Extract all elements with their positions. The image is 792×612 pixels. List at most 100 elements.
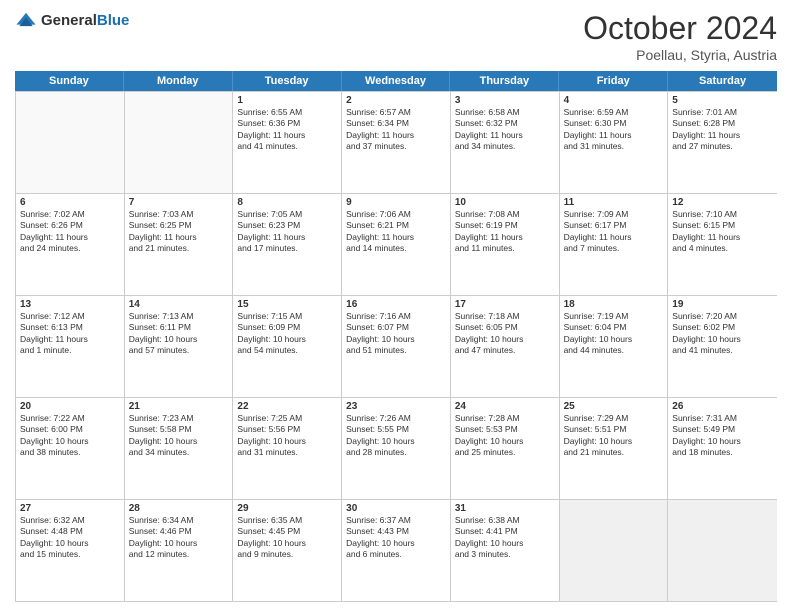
- day-number: 2: [346, 95, 446, 106]
- cell-info: Sunrise: 7:29 AMSunset: 5:51 PMDaylight:…: [564, 413, 664, 459]
- weekday-header: Wednesday: [342, 71, 451, 91]
- calendar-cell: [125, 92, 234, 193]
- cell-info: Sunrise: 7:05 AMSunset: 6:23 PMDaylight:…: [237, 209, 337, 255]
- day-number: 22: [237, 401, 337, 412]
- day-number: 19: [672, 299, 773, 310]
- cell-info: Sunrise: 6:32 AMSunset: 4:48 PMDaylight:…: [20, 515, 120, 561]
- cell-info: Sunrise: 7:25 AMSunset: 5:56 PMDaylight:…: [237, 413, 337, 459]
- day-number: 7: [129, 197, 229, 208]
- calendar-cell: 25Sunrise: 7:29 AMSunset: 5:51 PMDayligh…: [560, 398, 669, 499]
- calendar-cell: 29Sunrise: 6:35 AMSunset: 4:45 PMDayligh…: [233, 500, 342, 601]
- calendar: SundayMondayTuesdayWednesdayThursdayFrid…: [15, 71, 777, 602]
- cell-info: Sunrise: 7:23 AMSunset: 5:58 PMDaylight:…: [129, 413, 229, 459]
- calendar-cell: 20Sunrise: 7:22 AMSunset: 6:00 PMDayligh…: [16, 398, 125, 499]
- cell-info: Sunrise: 7:20 AMSunset: 6:02 PMDaylight:…: [672, 311, 773, 357]
- cell-info: Sunrise: 6:57 AMSunset: 6:34 PMDaylight:…: [346, 107, 446, 153]
- day-number: 28: [129, 503, 229, 514]
- calendar-cell: 19Sunrise: 7:20 AMSunset: 6:02 PMDayligh…: [668, 296, 777, 397]
- title-location: Poellau, Styria, Austria: [583, 47, 777, 63]
- day-number: 13: [20, 299, 120, 310]
- day-number: 9: [346, 197, 446, 208]
- cell-info: Sunrise: 7:12 AMSunset: 6:13 PMDaylight:…: [20, 311, 120, 357]
- cell-info: Sunrise: 7:16 AMSunset: 6:07 PMDaylight:…: [346, 311, 446, 357]
- calendar-cell: 1Sunrise: 6:55 AMSunset: 6:36 PMDaylight…: [233, 92, 342, 193]
- calendar-row: 6Sunrise: 7:02 AMSunset: 6:26 PMDaylight…: [16, 193, 777, 295]
- day-number: 31: [455, 503, 555, 514]
- day-number: 20: [20, 401, 120, 412]
- cell-info: Sunrise: 6:35 AMSunset: 4:45 PMDaylight:…: [237, 515, 337, 561]
- cell-info: Sunrise: 7:10 AMSunset: 6:15 PMDaylight:…: [672, 209, 773, 255]
- cell-info: Sunrise: 7:01 AMSunset: 6:28 PMDaylight:…: [672, 107, 773, 153]
- calendar-cell: 28Sunrise: 6:34 AMSunset: 4:46 PMDayligh…: [125, 500, 234, 601]
- logo-blue: Blue: [97, 12, 130, 29]
- title-block: October 2024 Poellau, Styria, Austria: [583, 10, 777, 63]
- calendar-cell: 5Sunrise: 7:01 AMSunset: 6:28 PMDaylight…: [668, 92, 777, 193]
- calendar-header: SundayMondayTuesdayWednesdayThursdayFrid…: [15, 71, 777, 91]
- title-month: October 2024: [583, 10, 777, 47]
- day-number: 25: [564, 401, 664, 412]
- calendar-cell: 16Sunrise: 7:16 AMSunset: 6:07 PMDayligh…: [342, 296, 451, 397]
- cell-info: Sunrise: 7:19 AMSunset: 6:04 PMDaylight:…: [564, 311, 664, 357]
- weekday-header: Saturday: [668, 71, 777, 91]
- cell-info: Sunrise: 7:28 AMSunset: 5:53 PMDaylight:…: [455, 413, 555, 459]
- logo: GeneralBlue: [15, 10, 129, 32]
- calendar-cell: 8Sunrise: 7:05 AMSunset: 6:23 PMDaylight…: [233, 194, 342, 295]
- day-number: 8: [237, 197, 337, 208]
- cell-info: Sunrise: 7:06 AMSunset: 6:21 PMDaylight:…: [346, 209, 446, 255]
- day-number: 18: [564, 299, 664, 310]
- day-number: 30: [346, 503, 446, 514]
- day-number: 29: [237, 503, 337, 514]
- cell-info: Sunrise: 7:15 AMSunset: 6:09 PMDaylight:…: [237, 311, 337, 357]
- calendar-cell: 17Sunrise: 7:18 AMSunset: 6:05 PMDayligh…: [451, 296, 560, 397]
- cell-info: Sunrise: 6:34 AMSunset: 4:46 PMDaylight:…: [129, 515, 229, 561]
- weekday-header: Sunday: [15, 71, 124, 91]
- calendar-row: 13Sunrise: 7:12 AMSunset: 6:13 PMDayligh…: [16, 295, 777, 397]
- day-number: 6: [20, 197, 120, 208]
- day-number: 3: [455, 95, 555, 106]
- cell-info: Sunrise: 6:58 AMSunset: 6:32 PMDaylight:…: [455, 107, 555, 153]
- calendar-cell: [16, 92, 125, 193]
- calendar-cell: 24Sunrise: 7:28 AMSunset: 5:53 PMDayligh…: [451, 398, 560, 499]
- cell-info: Sunrise: 6:59 AMSunset: 6:30 PMDaylight:…: [564, 107, 664, 153]
- day-number: 17: [455, 299, 555, 310]
- day-number: 26: [672, 401, 773, 412]
- logo-text: GeneralBlue: [41, 12, 129, 30]
- day-number: 23: [346, 401, 446, 412]
- calendar-cell: 11Sunrise: 7:09 AMSunset: 6:17 PMDayligh…: [560, 194, 669, 295]
- calendar-cell: 3Sunrise: 6:58 AMSunset: 6:32 PMDaylight…: [451, 92, 560, 193]
- calendar-cell: 18Sunrise: 7:19 AMSunset: 6:04 PMDayligh…: [560, 296, 669, 397]
- calendar-row: 1Sunrise: 6:55 AMSunset: 6:36 PMDaylight…: [16, 91, 777, 193]
- calendar-cell: 22Sunrise: 7:25 AMSunset: 5:56 PMDayligh…: [233, 398, 342, 499]
- calendar-cell: 31Sunrise: 6:38 AMSunset: 4:41 PMDayligh…: [451, 500, 560, 601]
- cell-info: Sunrise: 7:18 AMSunset: 6:05 PMDaylight:…: [455, 311, 555, 357]
- calendar-cell: 27Sunrise: 6:32 AMSunset: 4:48 PMDayligh…: [16, 500, 125, 601]
- calendar-cell: 14Sunrise: 7:13 AMSunset: 6:11 PMDayligh…: [125, 296, 234, 397]
- day-number: 11: [564, 197, 664, 208]
- day-number: 4: [564, 95, 664, 106]
- day-number: 12: [672, 197, 773, 208]
- calendar-cell: 13Sunrise: 7:12 AMSunset: 6:13 PMDayligh…: [16, 296, 125, 397]
- calendar-cell: 12Sunrise: 7:10 AMSunset: 6:15 PMDayligh…: [668, 194, 777, 295]
- cell-info: Sunrise: 7:31 AMSunset: 5:49 PMDaylight:…: [672, 413, 773, 459]
- cell-info: Sunrise: 6:55 AMSunset: 6:36 PMDaylight:…: [237, 107, 337, 153]
- header: GeneralBlue October 2024 Poellau, Styria…: [15, 10, 777, 63]
- calendar-cell: 4Sunrise: 6:59 AMSunset: 6:30 PMDaylight…: [560, 92, 669, 193]
- day-number: 10: [455, 197, 555, 208]
- weekday-header: Thursday: [450, 71, 559, 91]
- page: GeneralBlue October 2024 Poellau, Styria…: [0, 0, 792, 612]
- calendar-cell: 6Sunrise: 7:02 AMSunset: 6:26 PMDaylight…: [16, 194, 125, 295]
- calendar-body: 1Sunrise: 6:55 AMSunset: 6:36 PMDaylight…: [15, 91, 777, 602]
- day-number: 15: [237, 299, 337, 310]
- day-number: 24: [455, 401, 555, 412]
- cell-info: Sunrise: 6:38 AMSunset: 4:41 PMDaylight:…: [455, 515, 555, 561]
- cell-info: Sunrise: 7:09 AMSunset: 6:17 PMDaylight:…: [564, 209, 664, 255]
- cell-info: Sunrise: 7:26 AMSunset: 5:55 PMDaylight:…: [346, 413, 446, 459]
- day-number: 14: [129, 299, 229, 310]
- calendar-cell: 10Sunrise: 7:08 AMSunset: 6:19 PMDayligh…: [451, 194, 560, 295]
- calendar-cell: 30Sunrise: 6:37 AMSunset: 4:43 PMDayligh…: [342, 500, 451, 601]
- day-number: 27: [20, 503, 120, 514]
- cell-info: Sunrise: 6:37 AMSunset: 4:43 PMDaylight:…: [346, 515, 446, 561]
- weekday-header: Tuesday: [233, 71, 342, 91]
- cell-info: Sunrise: 7:13 AMSunset: 6:11 PMDaylight:…: [129, 311, 229, 357]
- day-number: 5: [672, 95, 773, 106]
